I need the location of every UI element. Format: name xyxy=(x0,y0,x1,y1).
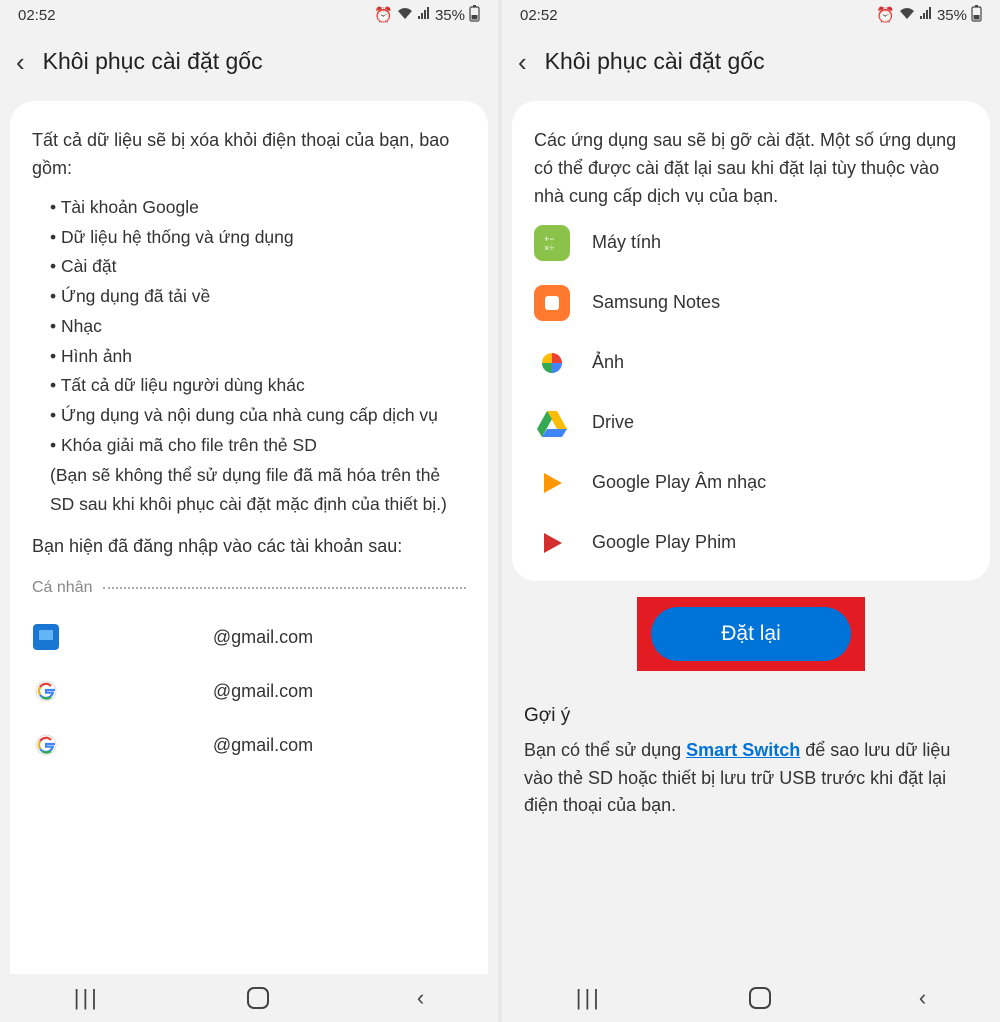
nav-back-icon[interactable]: ‹ xyxy=(919,985,926,1011)
nav-back-icon[interactable]: ‹ xyxy=(417,985,424,1011)
suggestion-text: Bạn có thể sử dụng Smart Switch để sao l… xyxy=(502,737,1000,821)
app-label: Ảnh xyxy=(592,352,624,373)
description: Tất cả dữ liệu sẽ bị xóa khỏi điện thoại… xyxy=(32,127,466,183)
app-row-play-movies: Google Play Phim xyxy=(534,525,968,561)
recents-icon[interactable]: ||| xyxy=(576,985,602,1011)
signal-icon xyxy=(919,7,933,24)
status-bar: 02:52 ⏰ 35% xyxy=(502,0,1000,30)
battery-text: 35% xyxy=(937,7,967,24)
app-row-samsung-notes: Samsung Notes xyxy=(534,285,968,321)
header: ‹ Khôi phục cài đặt gốc xyxy=(0,30,498,101)
app-row-calculator: +−×÷ Máy tính xyxy=(534,225,968,261)
header: ‹ Khôi phục cài đặt gốc xyxy=(502,30,1000,101)
suggestion-title: Gợi ý xyxy=(502,705,1000,727)
samsung-account-icon xyxy=(32,623,60,651)
list-item: Dữ liệu hệ thống và ứng dụng xyxy=(50,223,466,253)
clock: 02:52 xyxy=(18,7,56,24)
account-row[interactable]: @gmail.com xyxy=(32,677,466,705)
suggestion-before: Bạn có thể sử dụng xyxy=(524,740,686,760)
google-photos-icon xyxy=(534,345,570,381)
list-item: Nhạc xyxy=(50,312,466,342)
wifi-icon xyxy=(899,7,915,24)
battery-icon xyxy=(469,5,480,26)
app-label: Google Play Âm nhạc xyxy=(592,472,766,493)
app-label: Google Play Phim xyxy=(592,532,736,553)
account-row[interactable]: @gmail.com xyxy=(32,623,466,651)
list-item: Khóa giải mã cho file trên thẻ SD xyxy=(50,431,466,461)
back-icon[interactable]: ‹ xyxy=(518,49,527,75)
sd-note: (Bạn sẽ không thể sử dụng file đã mã hóa… xyxy=(32,461,466,521)
list-item: Ứng dụng và nội dung của nhà cung cấp dị… xyxy=(50,401,466,431)
alarm-icon: ⏰ xyxy=(876,6,895,24)
dotted-line xyxy=(103,587,467,589)
reset-button[interactable]: Đặt lại xyxy=(651,607,851,661)
battery-text: 35% xyxy=(435,7,465,24)
app-row-play-music: Google Play Âm nhạc xyxy=(534,465,968,501)
samsung-notes-icon xyxy=(534,285,570,321)
clock: 02:52 xyxy=(520,7,558,24)
alarm-icon: ⏰ xyxy=(374,6,393,24)
signal-icon xyxy=(417,7,431,24)
account-email: @gmail.com xyxy=(60,627,466,648)
content-card: Tất cả dữ liệu sẽ bị xóa khỏi điện thoại… xyxy=(10,101,488,1022)
list-item: Ứng dụng đã tải về xyxy=(50,282,466,312)
account-email: @gmail.com xyxy=(60,735,466,756)
app-row-photos: Ảnh xyxy=(534,345,968,381)
play-music-icon xyxy=(534,465,570,501)
app-label: Samsung Notes xyxy=(592,292,720,313)
google-drive-icon xyxy=(534,405,570,441)
personal-separator: Cá nhân xyxy=(32,579,466,597)
content-card: Các ứng dụng sau sẽ bị gỡ cài đặt. Một s… xyxy=(512,101,990,581)
list-item: Tất cả dữ liệu người dùng khác xyxy=(50,371,466,401)
right-screen: 02:52 ⏰ 35% ‹ Khôi phục cài đặt gốc Các … xyxy=(502,0,1000,1022)
app-label: Máy tính xyxy=(592,232,661,253)
wifi-icon xyxy=(397,7,413,24)
app-row-drive: Drive xyxy=(534,405,968,441)
reset-highlight-box: Đặt lại xyxy=(637,597,865,671)
battery-icon xyxy=(971,5,982,26)
status-icons: ⏰ 35% xyxy=(876,5,982,26)
list-item: Hình ảnh xyxy=(50,342,466,372)
account-email: @gmail.com xyxy=(60,681,466,702)
personal-label: Cá nhân xyxy=(32,579,93,597)
back-icon[interactable]: ‹ xyxy=(16,49,25,75)
google-account-icon xyxy=(32,677,60,705)
navigation-bar: ||| ‹ xyxy=(0,974,498,1022)
page-title: Khôi phục cài đặt gốc xyxy=(43,48,263,75)
list-item: Tài khoản Google xyxy=(50,193,466,223)
list-item: Cài đặt xyxy=(50,252,466,282)
home-icon[interactable] xyxy=(749,987,771,1009)
account-row[interactable]: @gmail.com xyxy=(32,731,466,759)
status-bar: 02:52 ⏰ 35% xyxy=(0,0,498,30)
status-icons: ⏰ 35% xyxy=(374,5,480,26)
play-movies-icon xyxy=(534,525,570,561)
smart-switch-link[interactable]: Smart Switch xyxy=(686,740,800,760)
recents-icon[interactable]: ||| xyxy=(74,985,100,1011)
signed-in-text: Bạn hiện đã đăng nhập vào các tài khoản … xyxy=(32,536,466,557)
left-screen: 02:52 ⏰ 35% ‹ Khôi phục cài đặt gốc Tất … xyxy=(0,0,498,1022)
description: Các ứng dụng sau sẽ bị gỡ cài đặt. Một s… xyxy=(534,127,968,211)
navigation-bar: ||| ‹ xyxy=(502,974,1000,1022)
calculator-icon: +−×÷ xyxy=(534,225,570,261)
app-label: Drive xyxy=(592,412,634,433)
svg-text:×÷: ×÷ xyxy=(544,243,554,253)
home-icon[interactable] xyxy=(247,987,269,1009)
google-account-icon xyxy=(32,731,60,759)
page-title: Khôi phục cài đặt gốc xyxy=(545,48,765,75)
data-list: Tài khoản Google Dữ liệu hệ thống và ứng… xyxy=(32,193,466,461)
